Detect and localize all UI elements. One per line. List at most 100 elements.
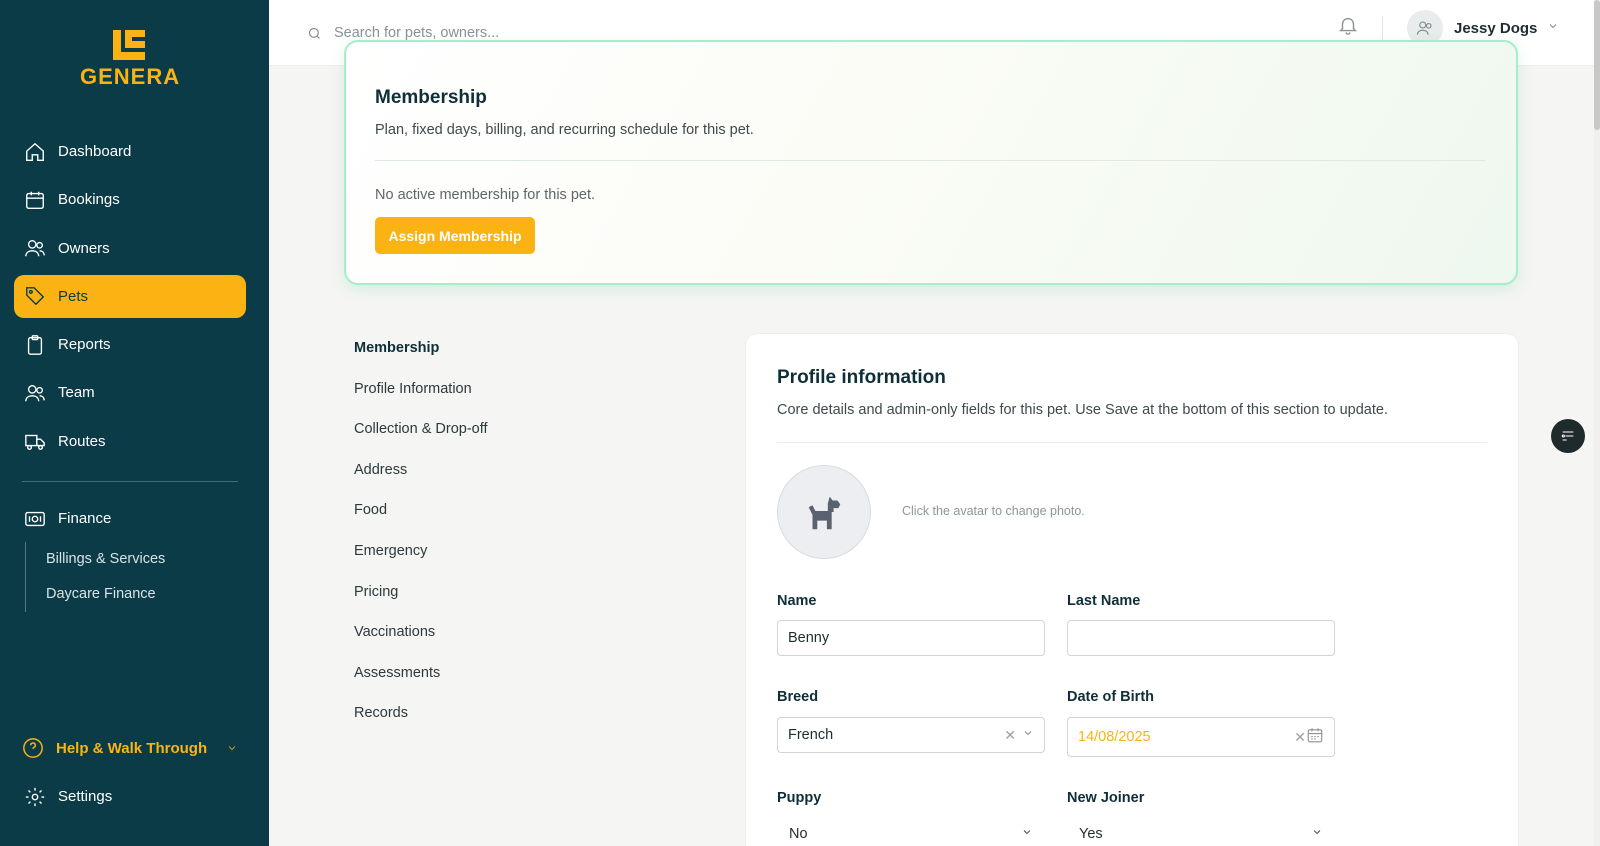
user-name: Jessy Dogs	[1454, 19, 1538, 37]
sidebar-item-label: Reports	[58, 336, 111, 354]
sidebar-item-team[interactable]: Team	[14, 371, 246, 414]
membership-title: Membership	[375, 87, 487, 108]
section-link-emergency[interactable]: Emergency	[354, 543, 488, 584]
sidebar-subitem-daycare-finance[interactable]: Daycare Finance	[46, 577, 165, 612]
section-link-assessments[interactable]: Assessments	[354, 665, 488, 706]
section-link-collection-drop-off[interactable]: Collection & Drop-off	[354, 421, 488, 462]
filter-list-icon	[1561, 431, 1574, 441]
calendar-icon	[24, 189, 46, 211]
help-circle-icon	[23, 738, 43, 758]
last-name-field[interactable]	[1067, 620, 1335, 656]
finance-subnav: Billings & Services Daycare Finance	[25, 542, 165, 612]
team-icon	[24, 382, 46, 404]
sidebar-item-label: Finance	[58, 510, 112, 527]
last-name-label: Last Name	[1067, 593, 1141, 609]
profile-card: Profile information Core details and adm…	[745, 333, 1519, 846]
sidebar-item-label: Dashboard	[58, 143, 132, 160]
topbar-divider	[1382, 16, 1383, 42]
chevron-down-icon	[228, 746, 236, 751]
pet-avatar[interactable]	[777, 465, 871, 559]
puppy-select[interactable]: No	[777, 819, 1045, 846]
sidebar-item-label: Owners	[58, 239, 110, 257]
section-link-records[interactable]: Records	[354, 705, 488, 746]
assign-membership-button[interactable]: Assign Membership	[375, 217, 535, 254]
sidebar-item-label: Bookings	[58, 191, 120, 209]
profile-description: Core details and admin-only fields for t…	[777, 402, 1388, 418]
brand-name: GENERA	[80, 64, 181, 89]
dog-icon	[808, 496, 841, 530]
breed-select[interactable]: French ✕	[777, 717, 1045, 753]
sidebar-item-bookings[interactable]: Bookings	[14, 178, 246, 221]
sidebar: GENERA Dashboard Bookings Owners Pets Re…	[0, 0, 269, 846]
sidebar-item-label: Settings	[58, 788, 113, 805]
dob-value: 14/08/2025	[1078, 729, 1151, 745]
sidebar-finance-group: Finance	[14, 497, 246, 545]
sidebar-item-routes[interactable]: Routes	[14, 420, 246, 463]
sidebar-item-dashboard[interactable]: Dashboard	[14, 130, 246, 173]
genera-logo-mark	[113, 30, 147, 62]
breed-value: French	[788, 727, 834, 743]
gear-icon	[24, 786, 46, 808]
puppy-label: Puppy	[777, 790, 822, 806]
sidebar-item-settings[interactable]: Settings	[14, 775, 246, 818]
breed-label: Breed	[777, 689, 819, 705]
scrollbar-thumb[interactable]	[1594, 0, 1600, 130]
sidebar-subitem-billings[interactable]: Billings & Services	[46, 542, 165, 577]
membership-empty-text: No active membership for this pet.	[375, 187, 596, 203]
sidebar-item-owners[interactable]: Owners	[14, 227, 246, 270]
sidebar-item-pets[interactable]: Pets	[14, 274, 246, 318]
sidebar-item-label: Routes	[58, 432, 106, 450]
tag-icon	[24, 285, 46, 307]
dob-label: Date of Birth	[1067, 689, 1154, 705]
profile-divider	[777, 442, 1487, 443]
section-link-profile-information[interactable]: Profile Information	[354, 381, 488, 422]
help-walkthrough-toggle[interactable]: Help & Walk Through	[22, 735, 238, 761]
users-icon	[24, 237, 46, 259]
sidebar-item-finance[interactable]: Finance	[14, 497, 246, 540]
user-group-icon	[1416, 21, 1432, 35]
membership-description: Plan, fixed days, billing, and recurring…	[375, 122, 754, 138]
clear-icon[interactable]: ✕	[1004, 727, 1016, 744]
new-joiner-label: New Joiner	[1067, 790, 1145, 806]
notifications-button[interactable]	[1337, 14, 1361, 38]
chevron-down-icon	[1022, 727, 1034, 743]
name-label: Name	[777, 593, 817, 609]
membership-card: Membership Plan, fixed days, billing, an…	[344, 40, 1518, 285]
new-joiner-select[interactable]: Yes	[1067, 819, 1335, 846]
photo-hint: Click the avatar to change photo.	[902, 504, 1085, 518]
membership-divider	[375, 160, 1485, 161]
puppy-value: No	[789, 825, 808, 842]
section-link-membership[interactable]: Membership	[354, 340, 488, 381]
chevron-down-icon	[1311, 826, 1323, 842]
genera-logo[interactable]: GENERA	[80, 30, 180, 90]
search-input[interactable]	[334, 25, 734, 41]
sidebar-nav: Dashboard Bookings Owners Pets Reports T…	[14, 130, 246, 468]
chevron-down-icon	[1021, 826, 1033, 842]
page-scrollbar[interactable]	[1594, 0, 1600, 846]
calendar-icon[interactable]	[1306, 726, 1324, 748]
clear-icon[interactable]: ✕	[1294, 729, 1306, 746]
section-link-food[interactable]: Food	[354, 502, 488, 543]
section-link-vaccinations[interactable]: Vaccinations	[354, 624, 488, 665]
new-joiner-value: Yes	[1079, 825, 1103, 842]
sidebar-settings-group: Settings	[14, 775, 246, 823]
name-value: Benny	[788, 630, 830, 646]
section-nav: Membership Profile Information Collectio…	[354, 340, 488, 746]
help-label: Help & Walk Through	[56, 739, 208, 757]
truck-icon	[24, 430, 46, 452]
sidebar-item-label: Pets	[58, 287, 89, 305]
bell-icon	[1339, 17, 1357, 35]
profile-title: Profile information	[777, 367, 946, 388]
chevron-down-icon	[1547, 19, 1559, 37]
sidebar-item-reports[interactable]: Reports	[14, 323, 246, 366]
sidebar-item-label: Team	[58, 384, 95, 402]
home-icon	[24, 141, 46, 163]
section-link-address[interactable]: Address	[354, 462, 488, 503]
money-icon	[24, 508, 46, 530]
dob-date-picker[interactable]: 14/08/2025 ✕	[1067, 717, 1335, 757]
section-link-pricing[interactable]: Pricing	[354, 584, 488, 625]
name-field[interactable]: Benny	[777, 620, 1045, 656]
sidebar-divider	[22, 481, 238, 482]
search-icon	[308, 27, 320, 39]
floating-filter-button[interactable]	[1551, 419, 1585, 453]
